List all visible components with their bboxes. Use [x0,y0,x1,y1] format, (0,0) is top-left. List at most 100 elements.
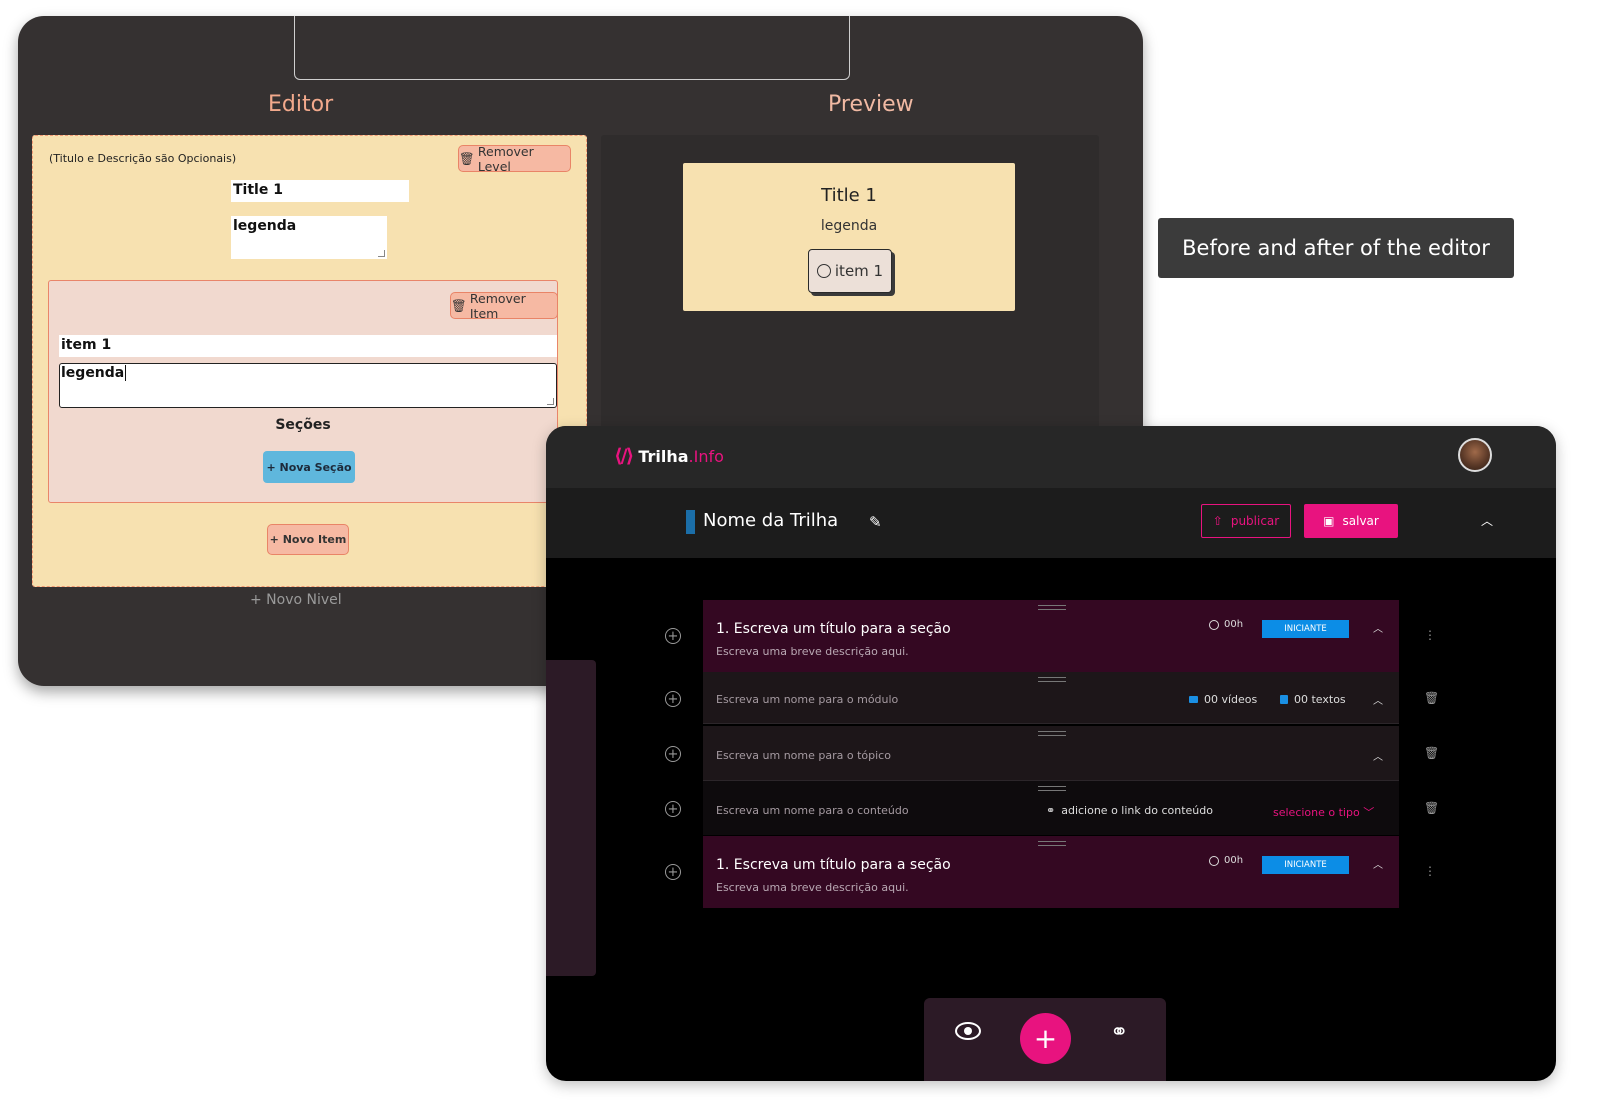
caption-box: Before and after of the editor [1158,218,1514,278]
preview-card: Title 1 legenda item 1 [683,163,1015,311]
trash-icon: 🗑 [451,297,467,313]
upload-icon: ⇧ [1212,514,1223,528]
topic-name[interactable]: Escreva um nome para o tópico [716,749,891,762]
side-panel [546,660,596,976]
pencil-icon[interactable]: ✎ [869,513,882,531]
more-vert-icon[interactable]: ⋮ [1424,628,1436,642]
top-textarea[interactable] [294,16,850,80]
drag-handle-icon[interactable] [1038,731,1066,736]
type-select-label: selecione o tipo [1273,806,1360,819]
module-name[interactable]: Escreva um nome para o módulo [716,693,898,706]
logo-mark-icon: ⟨/⟩ [614,445,634,467]
chevron-up-icon[interactable]: ︿ [1373,748,1383,763]
eye-icon[interactable] [955,1022,981,1040]
item-title-input[interactable]: item 1 [59,335,557,357]
level-badge[interactable]: INICIANTE [1262,856,1349,874]
trash-icon: 🗑 [459,150,475,166]
drag-handle-icon[interactable] [1038,841,1066,846]
clock-icon [1209,855,1219,866]
duration: 00h [1209,855,1243,866]
optional-note: (Titulo e Descrição são Opcionais) [49,152,237,165]
item-legend-input[interactable]: legenda [59,363,557,408]
level-legend-input[interactable]: legenda [231,216,387,259]
drag-handle-icon[interactable] [1038,786,1066,791]
resize-grip-icon[interactable] [547,398,554,405]
document-icon [1280,695,1288,704]
duration: 00h [1209,619,1243,630]
chevron-up-icon[interactable]: ︿ [1373,856,1383,871]
nova-secao-button[interactable]: + Nova Seção [263,451,355,483]
novo-nivel-link[interactable]: + Novo Nivel [250,592,342,608]
add-circle-icon[interactable]: + [665,691,681,707]
section-description[interactable]: Escreva uma breve descrição aqui. [716,645,909,658]
level-badge[interactable]: INICIANTE [1262,620,1349,638]
add-circle-icon[interactable]: + [665,801,681,817]
drag-handle-icon[interactable] [1038,605,1066,610]
preview-item-button[interactable]: item 1 [808,249,892,293]
chevron-up-icon[interactable]: ︿ [1373,620,1383,635]
editor-heading: Editor [268,92,334,117]
add-circle-icon[interactable]: + [665,864,681,880]
section-row[interactable]: 1. Escreva um título para a seção Escrev… [703,600,1399,672]
duration-value: 00h [1224,855,1244,866]
logo-accent: .Info [688,446,724,466]
add-circle-icon[interactable]: + [665,746,681,762]
texts-count: 00 textos [1280,693,1346,706]
save-button[interactable]: ▣ salvar [1304,504,1398,538]
section-title[interactable]: 1. Escreva um título para a seção [716,621,951,637]
radio-icon [816,264,831,278]
videos-count: 00 vídeos [1189,693,1257,706]
level-title-input[interactable]: Title 1 [231,180,409,202]
publish-button[interactable]: ⇧ publicar [1201,504,1291,538]
level-card: (Titulo e Descrição são Opcionais) 🗑 Rem… [32,135,587,587]
preview-title: Title 1 [821,185,877,206]
bottom-action-bar: + ⚭ [924,998,1166,1081]
remove-level-button[interactable]: 🗑 Remover Level [458,143,571,174]
trash-icon[interactable]: 🗑 [1424,746,1439,760]
videos-value: 00 vídeos [1204,693,1258,706]
app-header: ⟨/⟩ Trilha.Info [546,426,1556,488]
level-legend-value: legenda [233,218,297,234]
logo[interactable]: ⟨/⟩ Trilha.Info [614,445,724,467]
trash-icon[interactable]: 🗑 [1424,801,1439,815]
remove-level-label: Remover Level [477,143,534,174]
remove-item-label: Remover Item [469,290,526,321]
section-description[interactable]: Escreva uma breve descrição aqui. [716,881,909,894]
item-card: 🗑 Remover Item item 1 legenda Seções + N… [48,280,558,503]
eye-pupil [964,1027,972,1035]
content-link[interactable]: ⚭ adicione o link do conteúdo [1046,804,1213,817]
trail-name[interactable]: Nome da Trilha [703,510,838,531]
add-button[interactable]: + [1020,1013,1071,1064]
content-row[interactable]: Escreva um nome para o conteúdo ⚭ adicio… [703,781,1399,835]
item-legend-value: legenda [61,365,125,381]
trail-accent-bar [686,510,695,534]
preview-panel: Title 1 legenda item 1 [601,135,1099,435]
more-vert-icon[interactable]: ⋮ [1424,864,1436,878]
section-title[interactable]: 1. Escreva um título para a seção [716,857,951,873]
secoes-label: Seções [275,417,331,433]
resize-grip-icon[interactable] [378,250,385,257]
texts-value: 00 textos [1294,693,1346,706]
chevron-up-icon[interactable]: ︿ [1373,692,1383,707]
add-circle-icon[interactable]: + [665,628,681,644]
clock-icon [1209,619,1219,630]
avatar[interactable] [1458,438,1492,472]
publish-label: publicar [1230,514,1280,528]
type-select[interactable]: selecione o tipo ﹀ [1273,804,1374,820]
chevron-up-icon[interactable]: ︿ [1481,512,1493,529]
text-cursor [125,365,127,381]
drag-handle-icon[interactable] [1038,677,1066,682]
preview-item-label: item 1 [834,262,884,280]
logo-text: Trilha [638,446,689,466]
new-editor-window: ⟨/⟩ Trilha.Info Nome da Trilha ✎ ⇧ publi… [546,426,1556,1081]
link-icon[interactable]: ⚭ [1110,1020,1128,1045]
duration-value: 00h [1224,619,1244,630]
section-row[interactable]: 1. Escreva um título para a seção Escrev… [703,836,1399,908]
novo-item-button[interactable]: + Novo Item [267,524,349,555]
chevron-down-icon: ﹀ [1363,806,1375,819]
trash-icon[interactable]: 🗑 [1424,691,1439,705]
content-name[interactable]: Escreva um nome para o conteúdo [716,804,909,817]
remove-item-button[interactable]: 🗑 Remover Item [450,290,558,321]
topic-row[interactable]: Escreva um nome para o tópico ︿ [703,726,1399,781]
module-row[interactable]: Escreva um nome para o módulo 00 vídeos … [703,672,1399,724]
